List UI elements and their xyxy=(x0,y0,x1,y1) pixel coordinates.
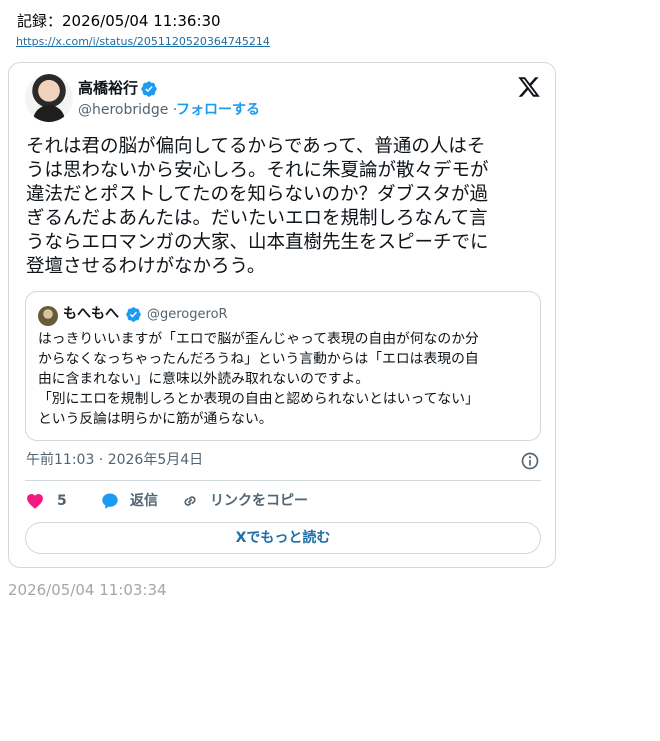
quote-author-avatar xyxy=(38,306,58,326)
source-url-link[interactable]: https://x.com/i/status/20511205203647452… xyxy=(16,34,270,50)
heart-icon xyxy=(27,494,43,509)
read-more-button[interactable]: Xでもっと読む xyxy=(25,522,541,554)
link-icon xyxy=(184,496,196,506)
tweet-timestamp[interactable]: 午前11:03 · 2026年5月4日 xyxy=(26,450,203,470)
follow-button[interactable]: フォローする xyxy=(176,100,260,120)
author-name[interactable]: 高橋裕行 xyxy=(78,78,138,98)
reply-button[interactable]: 返信 xyxy=(100,490,158,512)
info-icon[interactable] xyxy=(520,451,540,471)
action-bar: 5 返信 リンクをコピー xyxy=(25,490,545,512)
author-handle-text: @herobridge xyxy=(78,102,169,118)
divider xyxy=(25,480,541,481)
tweet-text: それは君の脳が偏向してるからであって、普通の人はそ うは思わないから安心しろ。そ… xyxy=(26,136,489,277)
copy-link-button[interactable]: リンクをコピー xyxy=(180,490,308,512)
x-logo-icon[interactable] xyxy=(516,75,542,99)
quote-author-handle: @gerogeroR xyxy=(147,307,228,322)
quoted-tweet[interactable]: もへもへ @gerogeroR はっきりいいますが「エロで脳が歪んじゃって表現の… xyxy=(25,291,541,441)
reply-label: 返信 xyxy=(130,493,158,509)
copy-link-label: リンクをコピー xyxy=(210,493,308,509)
quote-author-name: もへもへ xyxy=(63,306,119,322)
author-handle[interactable]: @herobridge · xyxy=(78,100,177,120)
record-timestamp: 記録：2026/05/04 11:36:30 xyxy=(17,12,221,30)
quote-verified-badge-icon xyxy=(126,307,141,322)
reply-bubble-icon xyxy=(102,493,118,509)
quote-text: はっきりいいますが「エロで脳が歪んじゃって表現の自由が何なのか分 からなくなっち… xyxy=(38,331,479,427)
like-count: 5 xyxy=(57,493,67,509)
like-button[interactable]: 5 xyxy=(25,490,67,512)
author-avatar[interactable] xyxy=(25,74,73,122)
footer-timestamp: 2026/05/04 11:03:34 xyxy=(8,581,167,599)
verified-badge-icon xyxy=(141,81,157,97)
embedded-tweet-card: 高橋裕行 @herobridge · フォローする それは君の脳が偏向してるから… xyxy=(8,62,556,568)
